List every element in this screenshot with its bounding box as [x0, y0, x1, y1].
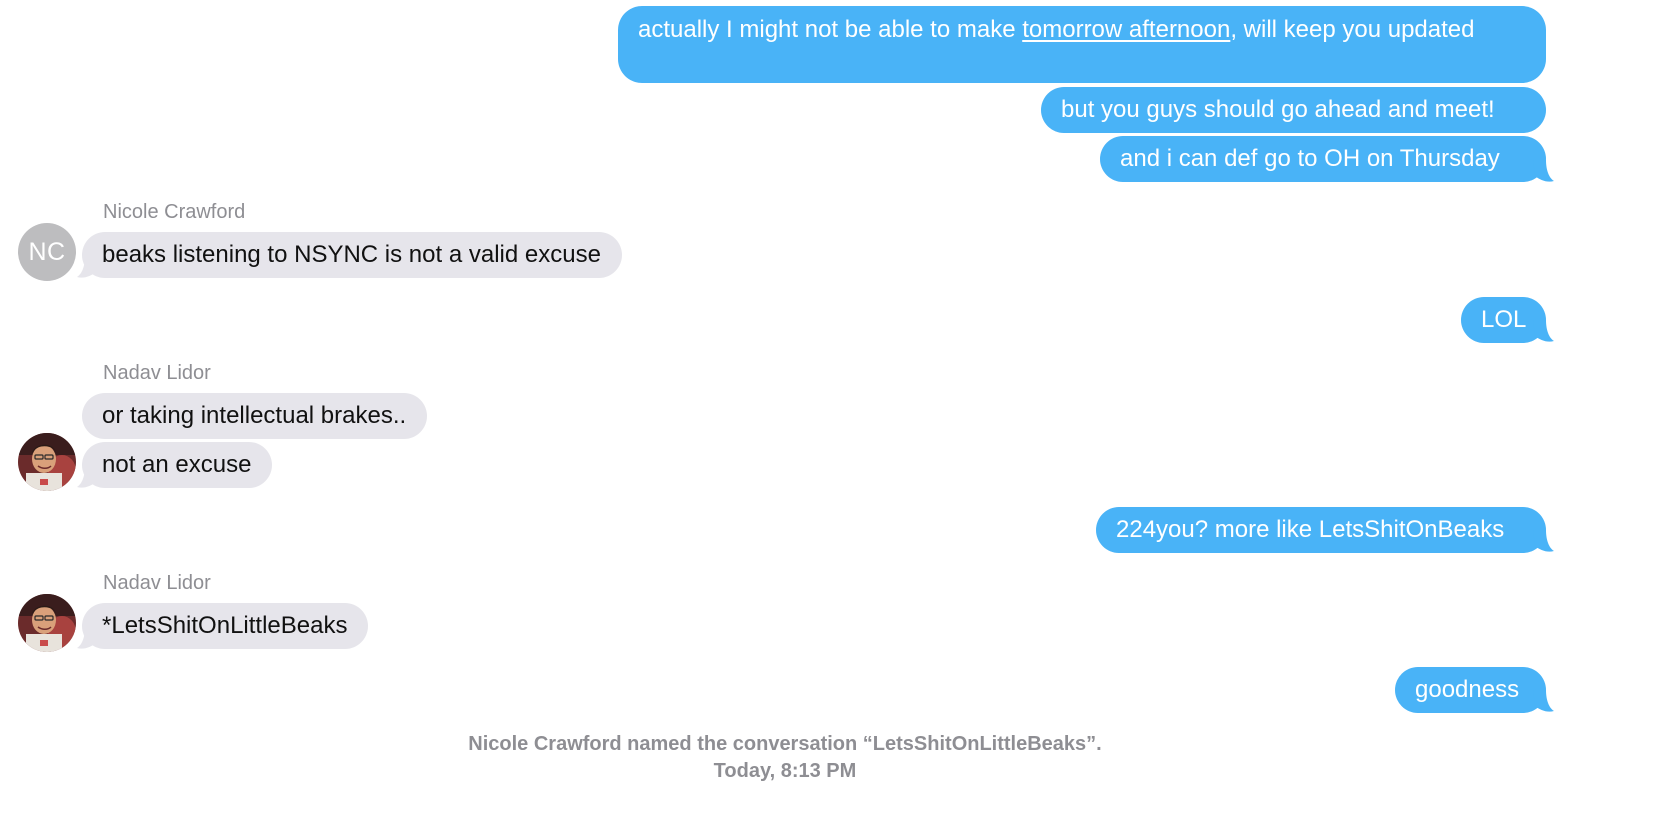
date-link[interactable]: tomorrow afternoon — [1022, 16, 1230, 43]
incoming-message[interactable]: not an excuse — [82, 442, 273, 488]
avatar-initials: NC — [28, 238, 66, 266]
sender-name: Nadav Lidor — [103, 362, 211, 384]
message-text: not an excuse — [102, 451, 252, 478]
conversation-renamed-notice: Nicole Crawford named the conversation “… — [0, 731, 1570, 785]
sender-name: Nadav Lidor — [103, 572, 211, 594]
outgoing-message[interactable]: 224you? more like LetsShitOnBeaks — [1096, 507, 1546, 553]
message-text: LOL — [1481, 306, 1527, 333]
outgoing-message[interactable]: goodness — [1395, 667, 1546, 713]
contact-avatar[interactable]: NC — [18, 223, 76, 281]
contact-avatar-photo[interactable] — [18, 433, 76, 491]
outgoing-message[interactable]: but you guys should go ahead and meet! — [1041, 87, 1546, 133]
outgoing-message[interactable]: and i can def go to OH on Thursday — [1100, 136, 1546, 182]
message-text: but you guys should go ahead and meet! — [1061, 96, 1495, 123]
message-text: , will keep you updated — [1230, 16, 1475, 43]
message-text: goodness — [1415, 676, 1520, 703]
message-text: or taking intellectual brakes.. — [102, 402, 407, 429]
message-text: *LetsShitOnLittleBeaks — [102, 612, 348, 639]
sender-name: Nicole Crawford — [103, 201, 246, 223]
system-notice-timestamp: Today, 8:13 PM — [713, 760, 857, 782]
incoming-message[interactable]: beaks listening to NSYNC is not a valid … — [82, 232, 622, 278]
message-text: and i can def go to OH on Thursday — [1120, 145, 1500, 172]
incoming-message[interactable]: *LetsShitOnLittleBeaks — [82, 603, 369, 649]
system-notice-text: Nicole Crawford named the conversation “… — [468, 733, 1102, 755]
incoming-message[interactable]: or taking intellectual brakes.. — [82, 393, 428, 439]
outgoing-message[interactable]: actually I might not be able to make tom… — [618, 6, 1546, 83]
message-text: beaks listening to NSYNC is not a valid … — [102, 241, 601, 268]
message-text: actually I might not be able to make — [638, 16, 1023, 43]
contact-avatar-photo[interactable] — [18, 594, 76, 652]
message-text: 224you? more like LetsShitOnBeaks — [1116, 516, 1505, 543]
